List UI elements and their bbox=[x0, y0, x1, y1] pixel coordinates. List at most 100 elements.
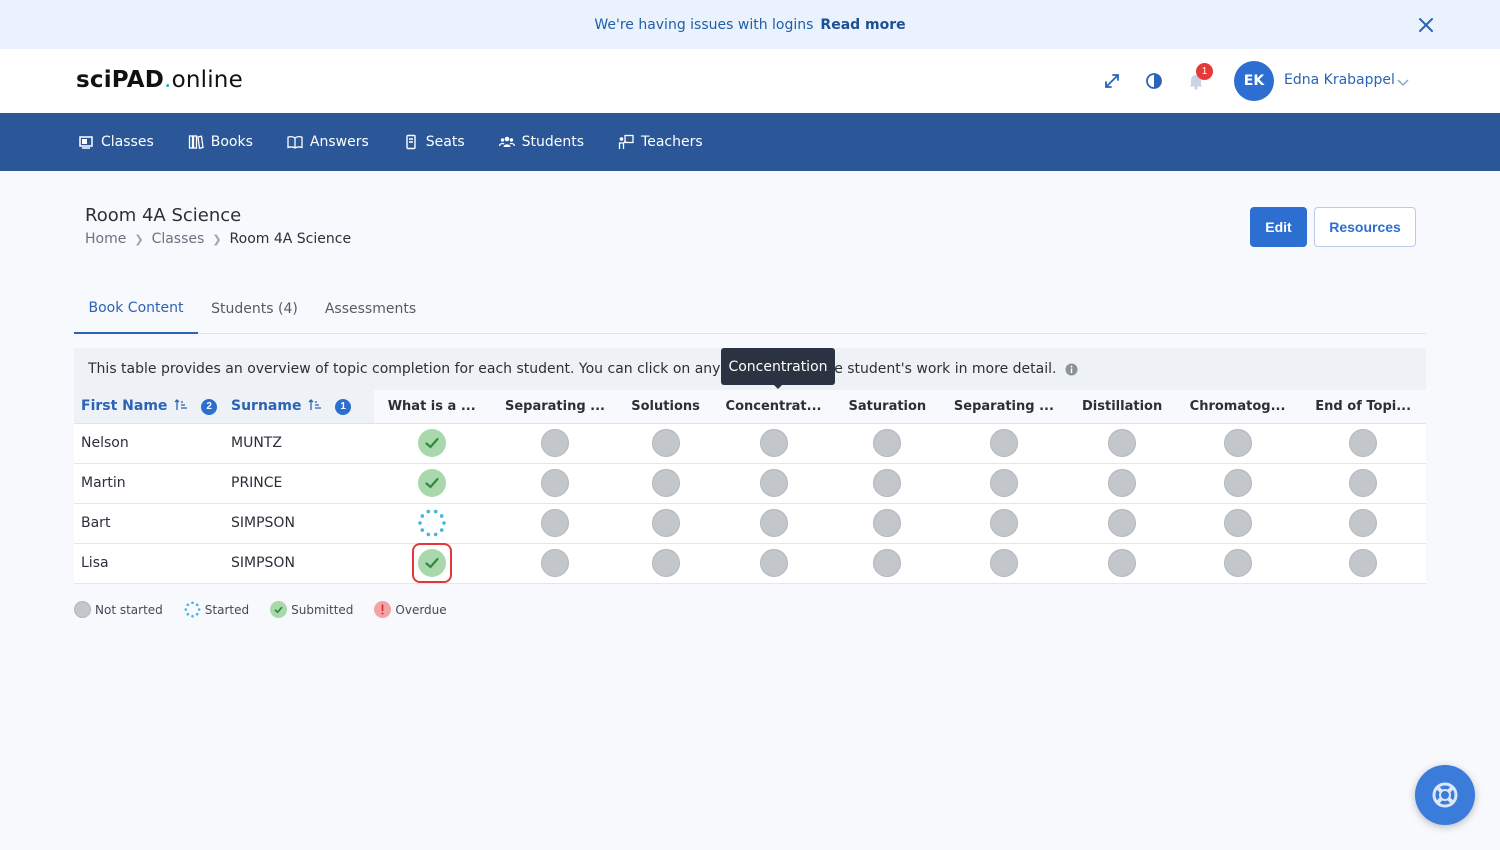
nav-item-classes[interactable]: Classes bbox=[78, 134, 154, 150]
status-cell bbox=[938, 543, 1070, 584]
topic-header[interactable]: Separating ... bbox=[489, 390, 621, 424]
surname-cell: MUNTZ bbox=[224, 423, 374, 464]
topic-header[interactable]: Chromatog... bbox=[1174, 390, 1301, 424]
started-icon bbox=[184, 601, 201, 618]
status-cell bbox=[1174, 463, 1301, 504]
edit-button[interactable]: Edit bbox=[1250, 207, 1307, 247]
tab-assessments[interactable]: Assessments bbox=[319, 284, 422, 333]
topic-header[interactable]: Solutions bbox=[620, 390, 711, 424]
scipad-logo[interactable]: sciPAD.online bbox=[76, 67, 243, 93]
not-started-status-button[interactable] bbox=[1223, 429, 1252, 457]
tab-book-content[interactable]: Book Content bbox=[74, 284, 198, 334]
status-cell bbox=[836, 463, 939, 504]
breadcrumb-classes-link[interactable]: Classes bbox=[152, 231, 205, 247]
topic-header[interactable]: What is a ... bbox=[374, 390, 490, 424]
not-started-status-button[interactable] bbox=[1349, 549, 1378, 577]
status-cell bbox=[620, 463, 711, 504]
legend-started: Started bbox=[184, 601, 249, 618]
nav-item-seats[interactable]: Seats bbox=[403, 134, 465, 150]
banner-read-more-link[interactable]: Read more bbox=[820, 17, 905, 33]
nav-item-label: Seats bbox=[425, 134, 465, 150]
topic-header[interactable]: Distillation bbox=[1069, 390, 1175, 424]
not-started-status-button[interactable] bbox=[759, 509, 788, 537]
nav-item-books[interactable]: Books bbox=[188, 134, 253, 150]
status-legend: Not started Started Submitted Overdue bbox=[74, 601, 468, 618]
not-started-status-button[interactable] bbox=[540, 549, 569, 577]
nav-item-label: Books bbox=[210, 134, 253, 150]
chevron-right-icon: ❯ bbox=[212, 232, 222, 246]
not-started-status-button[interactable] bbox=[1108, 549, 1137, 577]
not-started-status-button[interactable] bbox=[1349, 429, 1378, 457]
not-started-status-button[interactable] bbox=[759, 469, 788, 497]
status-cell bbox=[836, 423, 939, 464]
not-started-status-button[interactable] bbox=[1223, 469, 1252, 497]
sort-ascending-icon bbox=[174, 399, 188, 410]
submitted-status-button[interactable] bbox=[417, 429, 446, 457]
nav-item-teachers[interactable]: Teachers bbox=[618, 134, 703, 150]
not-started-status-button[interactable] bbox=[651, 509, 680, 537]
submitted-status-button[interactable] bbox=[417, 469, 446, 497]
not-started-status-button[interactable] bbox=[1108, 509, 1137, 537]
not-started-status-button[interactable] bbox=[873, 429, 902, 457]
topic-header[interactable]: Concentrat... bbox=[710, 390, 837, 424]
chevron-down-icon[interactable] bbox=[1396, 74, 1410, 88]
status-cell bbox=[1069, 423, 1175, 464]
not-started-status-button[interactable] bbox=[1349, 469, 1378, 497]
main-navigation: Classes Books Answers Seats Students Tea… bbox=[0, 113, 1500, 171]
surname-cell: SIMPSON bbox=[224, 503, 374, 544]
not-started-status-button[interactable] bbox=[873, 469, 902, 497]
resources-button[interactable]: Resources bbox=[1314, 207, 1416, 247]
first-name-header[interactable]: First Name 2 bbox=[74, 390, 224, 424]
info-icon[interactable] bbox=[1065, 363, 1078, 376]
not-started-status-button[interactable] bbox=[989, 509, 1018, 537]
not-started-status-button[interactable] bbox=[1349, 509, 1378, 537]
not-started-status-button[interactable] bbox=[989, 429, 1018, 457]
breadcrumb-home-link[interactable]: Home bbox=[85, 231, 126, 247]
status-cell bbox=[489, 543, 621, 584]
not-started-status-button[interactable] bbox=[651, 549, 680, 577]
not-started-status-button[interactable] bbox=[989, 469, 1018, 497]
topic-header[interactable]: End of Topi... bbox=[1300, 390, 1426, 424]
banner-close-icon[interactable] bbox=[1414, 13, 1438, 37]
chevron-right-icon: ❯ bbox=[134, 232, 144, 246]
avatar[interactable]: EK bbox=[1234, 61, 1274, 101]
sort-order-badge: 2 bbox=[201, 398, 218, 415]
not-started-status-button[interactable] bbox=[540, 429, 569, 457]
not-started-status-button[interactable] bbox=[759, 549, 788, 577]
not-started-status-button[interactable] bbox=[1108, 469, 1137, 497]
not-started-status-button[interactable] bbox=[759, 429, 788, 457]
nav-item-label: Teachers bbox=[641, 134, 703, 150]
legend-overdue: Overdue bbox=[374, 601, 447, 618]
started-status-button[interactable] bbox=[417, 509, 446, 537]
status-cell bbox=[489, 463, 621, 504]
not-started-status-button[interactable] bbox=[989, 549, 1018, 577]
not-started-status-button[interactable] bbox=[1223, 509, 1252, 537]
topic-header[interactable]: Separating ... bbox=[938, 390, 1070, 424]
submitted-status-button[interactable] bbox=[411, 543, 452, 583]
not-started-status-button[interactable] bbox=[540, 469, 569, 497]
breadcrumb-current: Room 4A Science bbox=[229, 231, 352, 247]
tab-students[interactable]: Students (4) bbox=[206, 284, 303, 333]
completion-table: First Name 2 Surname 1 What is a ... Sepa… bbox=[74, 390, 1426, 584]
not-started-status-button[interactable] bbox=[873, 549, 902, 577]
not-started-status-button[interactable] bbox=[1223, 549, 1252, 577]
not-started-status-button[interactable] bbox=[651, 469, 680, 497]
status-cell bbox=[374, 423, 490, 464]
not-started-status-button[interactable] bbox=[873, 509, 902, 537]
fullscreen-icon[interactable] bbox=[1102, 71, 1122, 91]
surname-header[interactable]: Surname 1 bbox=[224, 390, 374, 424]
not-started-status-button[interactable] bbox=[1108, 429, 1137, 457]
nav-item-answers[interactable]: Answers bbox=[287, 134, 369, 150]
status-cell bbox=[710, 423, 837, 464]
nav-item-students[interactable]: Students bbox=[498, 134, 584, 150]
contrast-icon[interactable] bbox=[1144, 71, 1164, 91]
students-icon bbox=[498, 136, 515, 147]
legend-submitted: Submitted bbox=[270, 601, 353, 618]
topic-header[interactable]: Saturation bbox=[836, 390, 939, 424]
status-cell bbox=[620, 543, 711, 584]
user-name[interactable]: Edna Krabappel bbox=[1284, 72, 1395, 88]
help-button[interactable] bbox=[1415, 765, 1475, 825]
not-started-status-button[interactable] bbox=[540, 509, 569, 537]
not-started-status-button[interactable] bbox=[651, 429, 680, 457]
status-cell bbox=[710, 543, 837, 584]
